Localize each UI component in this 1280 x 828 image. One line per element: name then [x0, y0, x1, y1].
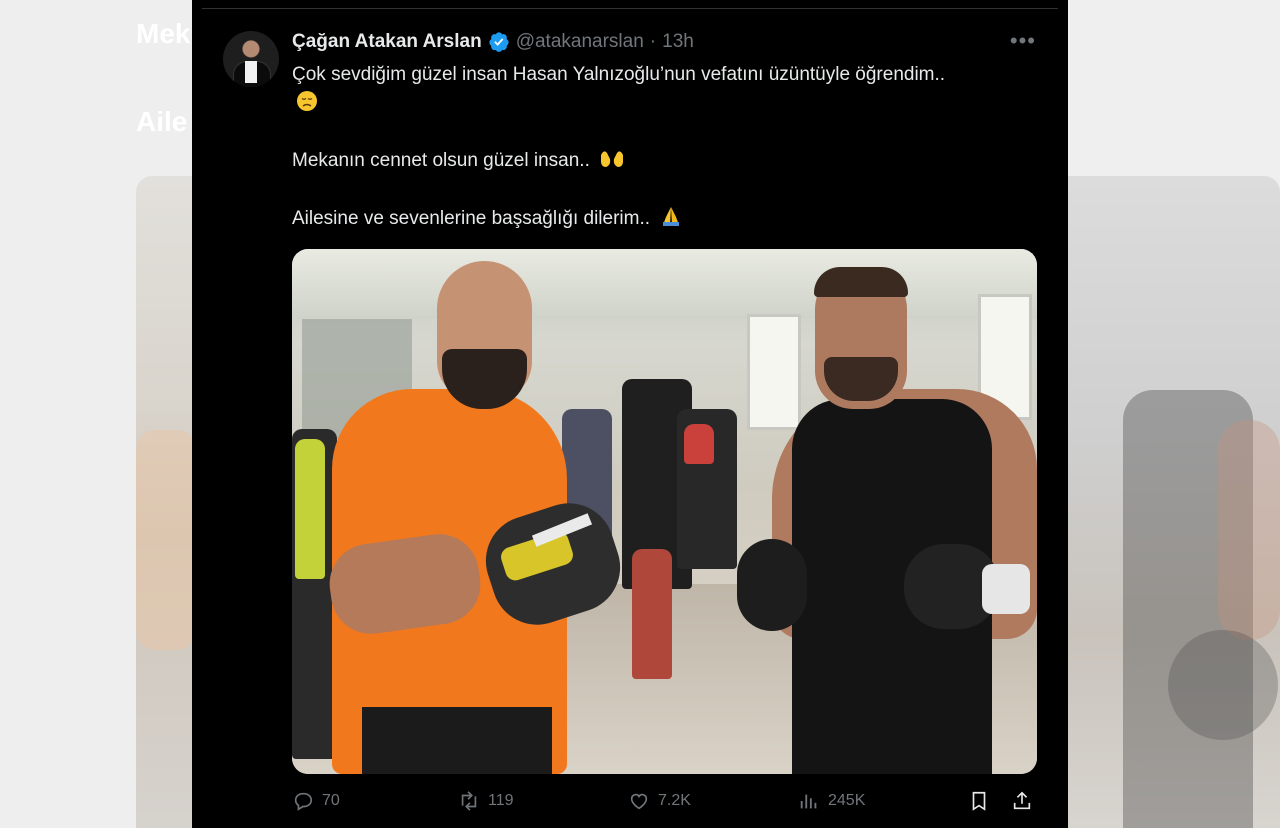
tweet-actions: 70 119 7.2K 245K [292, 790, 1037, 824]
repost-icon [461, 791, 477, 811]
display-name[interactable]: Çağan Atakan Arslan [292, 31, 482, 53]
share-button[interactable] [1011, 790, 1033, 817]
tweet-paragraph-2: Mekanın cennet olsun güzel insan.. [292, 150, 590, 171]
avatar[interactable] [223, 31, 279, 87]
reply-count: 70 [322, 792, 340, 809]
reply-button[interactable]: 70 [292, 790, 340, 812]
bookmark-icon [972, 791, 986, 811]
tweet-text-line-2: Mekanın cennet olsun güzel insan.. [292, 146, 625, 178]
heart-icon [630, 793, 648, 810]
tweet-photo[interactable] [292, 249, 1037, 774]
background-left: Mek Aile [0, 0, 192, 828]
like-count: 7.2K [658, 792, 691, 809]
more-options-icon[interactable]: ••• [1010, 30, 1036, 52]
timestamp[interactable]: 13h [662, 31, 694, 53]
palms-up-icon [599, 147, 625, 178]
repost-count: 119 [488, 792, 514, 809]
background-person-1-vest [295, 439, 325, 579]
right-man-hair [814, 267, 908, 297]
background-text-2: Aile [136, 106, 188, 137]
boxing-glove-left [737, 539, 807, 631]
avatar-shirt [245, 61, 257, 83]
like-button[interactable]: 7.2K [628, 790, 691, 812]
handle[interactable]: @atakanarslan [516, 31, 644, 53]
tweet-card[interactable]: Çağan Atakan Arslan @atakanarslan · 13h … [192, 0, 1068, 828]
folded-hands-icon [659, 205, 683, 236]
boxing-glove-cuff [982, 564, 1030, 614]
views-icon [800, 794, 817, 809]
separator-dot: · [649, 31, 657, 52]
reply-icon [294, 792, 313, 811]
left-man-pants [362, 707, 552, 774]
background-text-1: Mek [136, 18, 191, 49]
background-shoulder [1218, 420, 1280, 640]
tweet-text-line-1: Çok sevdiğim güzel insan Hasan Yalnızoğl… [292, 60, 952, 121]
background-glove [1168, 630, 1278, 740]
gym-ceiling [292, 249, 1037, 319]
verified-badge-icon [488, 31, 510, 53]
tweet-text-line-3: Ailesine ve sevenlerine başsağlığı diler… [292, 204, 683, 236]
divider [202, 8, 1058, 9]
background-arm [136, 430, 192, 650]
disappointed-face-icon [296, 90, 318, 121]
tweet-paragraph-3: Ailesine ve sevenlerine başsağlığı diler… [292, 208, 651, 229]
gym-window-1 [747, 314, 801, 430]
bookmark-button[interactable] [968, 790, 990, 817]
views-button[interactable]: 245K [798, 790, 865, 812]
tweet-paragraph-1: Çok sevdiğim güzel insan Hasan Yalnızoğl… [292, 64, 946, 85]
background-person-2-legs [632, 549, 672, 679]
views-count: 245K [828, 792, 866, 809]
tweet-header: Çağan Atakan Arslan @atakanarslan · 13h [292, 30, 694, 54]
repost-button[interactable]: 119 [458, 790, 514, 812]
share-icon [1013, 791, 1031, 810]
background-right [1068, 0, 1280, 828]
background-person-3-glove [684, 424, 714, 464]
